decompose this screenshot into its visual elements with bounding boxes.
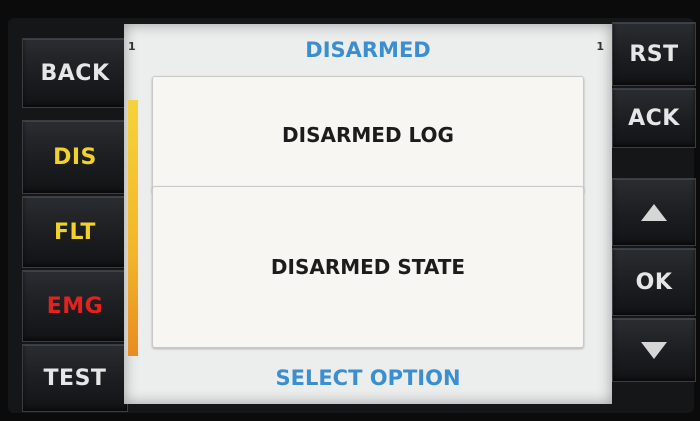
test-button[interactable]: TEST [22, 344, 128, 412]
down-arrow-icon [641, 341, 667, 359]
up-button[interactable] [612, 178, 696, 246]
lcd-screen: 1 1 DISARMED DISARMED LOG DISARMED STATE… [124, 24, 612, 404]
up-arrow-icon [641, 203, 667, 221]
scroll-indicator [128, 100, 138, 356]
screen-footer: SELECT OPTION [275, 366, 461, 390]
rst-button[interactable]: RST [612, 22, 696, 86]
option-disarmed-state[interactable]: DISARMED STATE [152, 186, 584, 348]
dis-button[interactable]: DIS [22, 120, 128, 194]
ok-button[interactable]: OK [612, 248, 696, 316]
down-button[interactable] [612, 318, 696, 382]
emg-button[interactable]: EMG [22, 270, 128, 342]
back-button[interactable]: BACK [22, 38, 128, 108]
flt-button[interactable]: FLT [22, 196, 128, 268]
screen-title: DISARMED [305, 38, 431, 62]
option-disarmed-log[interactable]: DISARMED LOG [152, 76, 584, 194]
ack-button[interactable]: ACK [612, 88, 696, 148]
